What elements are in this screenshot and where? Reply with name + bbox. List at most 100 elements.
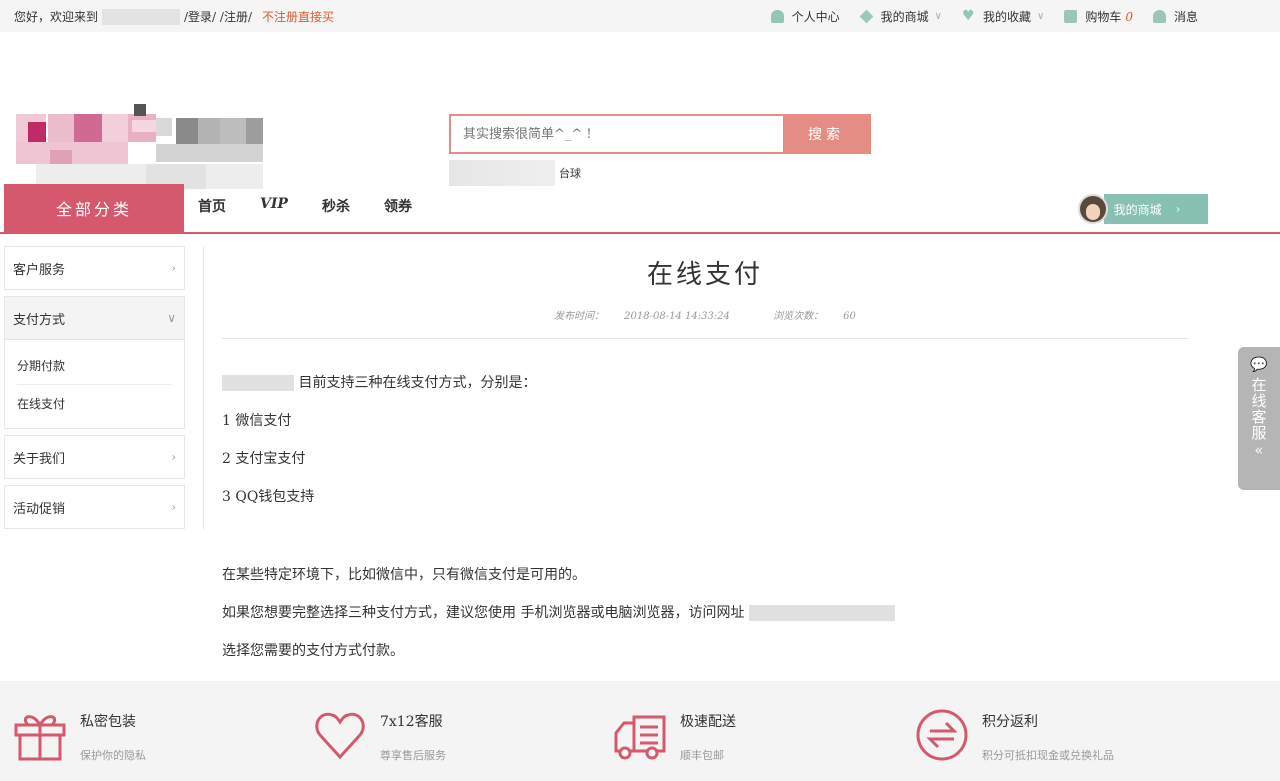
sidebar-subitem-installment[interactable]: 分期付款 <box>17 346 172 384</box>
view-count-value: 60 <box>843 311 856 322</box>
article-note: 在某些特定环境下，比如微信中，只有微信支付是可用的。 <box>222 567 586 583</box>
search-box: 搜索 <box>449 114 871 154</box>
sidebar-item-label: 客户服务 <box>13 262 66 278</box>
hot-keyword-redacted[interactable] <box>449 160 555 186</box>
main-nav: 全部分类 首页 VIP 秒杀 领券 我的商城 › <box>0 184 1280 234</box>
brand-name-redacted <box>222 375 294 391</box>
publish-time-label: 发布时间： <box>554 311 605 322</box>
top-right-menu: 个人中心 我的商城 ∨ ♥ 我的收藏 ∨ 购物车 0 消息 <box>751 8 1198 25</box>
search-button[interactable]: 搜索 <box>783 116 869 152</box>
all-categories-button[interactable]: 全部分类 <box>4 184 184 232</box>
hot-keyword-billiards[interactable]: 台球 <box>559 165 581 181</box>
online-service-label: 在线客服 <box>1249 377 1268 441</box>
user-icon <box>770 10 784 23</box>
double-chevron-left-icon: « <box>1254 441 1264 459</box>
feature-points-rebate: 积分返利 积分可抵扣现金或兑换礼品 <box>914 707 1114 763</box>
sidebar-submenu-payment: 分期付款 在线支付 <box>4 340 185 429</box>
cart-count-badge: 0 <box>1125 9 1133 24</box>
gift-icon <box>14 715 66 761</box>
my-mall-pill: 我的商城 › <box>1103 194 1208 224</box>
feature-title: 私密包装 <box>80 714 136 730</box>
view-count: 浏览次数： 60 <box>763 311 866 322</box>
my-mall-button[interactable]: 我的商城 › <box>1078 194 1208 224</box>
sidebar-item-label: 支付方式 <box>13 312 66 328</box>
cart-label: 购物车 <box>1085 10 1122 24</box>
page-title: 在线支付 <box>646 260 763 290</box>
feature-text: 私密包装 保护你的隐私 <box>80 707 146 763</box>
exchange-icon <box>916 709 968 761</box>
nav-link-home[interactable]: 首页 <box>198 196 226 216</box>
avatar <box>1078 194 1108 224</box>
footer-features: 私密包装 保护你的隐私 7x12客服 尊享售后服务 极速配送 顺丰包邮 积分返利… <box>0 681 1280 781</box>
sidebar-item-promotions[interactable]: 活动促销 › <box>4 485 185 529</box>
sidebar-item-payment-methods[interactable]: 支付方式 ∨ <box>4 296 185 340</box>
sidebar-item-label: 关于我们 <box>13 451 66 467</box>
messages-link[interactable]: 消息 <box>1152 8 1198 25</box>
view-count-label: 浏览次数： <box>773 311 824 322</box>
sidebar-item-about-us[interactable]: 关于我们 › <box>4 435 185 479</box>
login-register-link[interactable]: /登录/ /注册/ <box>184 8 252 25</box>
feature-text: 7x12客服 尊享售后服务 <box>380 707 446 763</box>
my-mall-label: 我的商城 <box>880 10 929 24</box>
feature-fast-delivery: 极速配送 顺丰包邮 <box>612 707 736 763</box>
article-meta: 发布时间： 2018-08-14 14:33:24 浏览次数： 60 <box>222 307 1188 322</box>
logo-pixelated-image <box>16 104 263 190</box>
article-divider <box>222 338 1188 339</box>
top-bar: 您好，欢迎来到 /登录/ /注册/ 不注册直接买 个人中心 我的商城 ∨ ♥ 我… <box>0 0 1280 32</box>
intro-text: 目前支持三种在线支付方式，分别是： <box>298 375 537 391</box>
search-input[interactable] <box>451 116 783 152</box>
greeting-text: 您好，欢迎来到 <box>14 10 99 24</box>
feature-title: 7x12客服 <box>380 714 443 730</box>
cart-link[interactable]: 购物车 0 <box>1064 8 1133 25</box>
hot-keywords: 台球 <box>449 160 581 186</box>
sidebar-item-label: 活动促销 <box>13 501 66 517</box>
article-note: 选择您需要的支付方式付款。 <box>222 643 404 659</box>
cart-icon <box>1064 10 1078 23</box>
my-mall-pill-label: 我的商城 <box>1113 202 1162 217</box>
feature-subtitle: 尊享售后服务 <box>380 749 446 762</box>
payment-method-item: 3 QQ钱包支持 <box>222 489 315 505</box>
truck-icon <box>614 715 666 760</box>
sidebar-divider <box>203 246 204 530</box>
site-logo[interactable] <box>16 84 263 190</box>
feature-title: 极速配送 <box>680 714 736 730</box>
personal-center-link[interactable]: 个人中心 <box>770 8 840 25</box>
nav-link-coupons[interactable]: 领券 <box>384 196 412 216</box>
my-favorites-label: 我的收藏 <box>982 10 1031 24</box>
bell-icon <box>1152 10 1166 23</box>
chevron-right-icon: › <box>171 450 176 464</box>
feature-subtitle: 积分可抵扣现金或兑换礼品 <box>982 749 1114 762</box>
feature-text: 极速配送 顺丰包邮 <box>680 707 736 763</box>
sidebar-item-customer-service[interactable]: 客户服务 › <box>4 246 185 290</box>
url-redacted[interactable] <box>748 605 895 621</box>
feature-customer-service: 7x12客服 尊享售后服务 <box>312 707 446 763</box>
feature-subtitle: 保护你的隐私 <box>80 749 146 762</box>
chat-bubble-icon: 💬 <box>1250 357 1268 373</box>
feature-private-packaging: 私密包装 保护你的隐私 <box>12 707 146 763</box>
sidebar-subitem-online-payment[interactable]: 在线支付 <box>17 384 172 422</box>
messages-label: 消息 <box>1173 10 1198 24</box>
article-note-text: 如果您想要完整选择三种支付方式，建议您使用 手机浏览器或电脑浏览器，访问网址 <box>222 605 745 621</box>
payment-method-item: 2 支付宝支付 <box>222 451 306 467</box>
chevron-down-icon: ∨ <box>934 11 942 22</box>
chevron-right-icon: › <box>171 500 176 514</box>
feature-title: 积分返利 <box>982 714 1038 730</box>
article-note: 如果您想要完整选择三种支付方式，建议您使用 手机浏览器或电脑浏览器，访问网址 <box>222 602 895 622</box>
welcome-area: 您好，欢迎来到 /登录/ /注册/ 不注册直接买 <box>14 8 334 25</box>
chevron-right-icon: › <box>171 261 176 275</box>
publish-time: 发布时间： 2018-08-14 14:33:24 <box>544 311 740 322</box>
header: 搜索 台球 <box>0 32 1280 190</box>
chevron-right-icon: › <box>1175 202 1181 216</box>
publish-time-value: 2018-08-14 14:33:24 <box>624 311 730 322</box>
heart-icon: ♥ <box>961 8 975 24</box>
chevron-down-icon: ∨ <box>1037 11 1045 22</box>
online-service-tab[interactable]: 💬 在线客服 « <box>1238 347 1280 490</box>
my-favorites-menu[interactable]: ♥ 我的收藏 ∨ <box>962 8 1044 25</box>
nav-link-flash-sale[interactable]: 秒杀 <box>322 196 350 216</box>
article-intro: 目前支持三种在线支付方式，分别是： <box>222 372 536 392</box>
my-mall-menu[interactable]: 我的商城 ∨ <box>859 8 942 25</box>
feature-text: 积分返利 积分可抵扣现金或兑换礼品 <box>982 707 1114 763</box>
personal-center-label: 个人中心 <box>791 10 840 24</box>
nav-link-vip[interactable]: VIP <box>260 196 288 216</box>
quick-buy-link[interactable]: 不注册直接买 <box>262 8 334 25</box>
